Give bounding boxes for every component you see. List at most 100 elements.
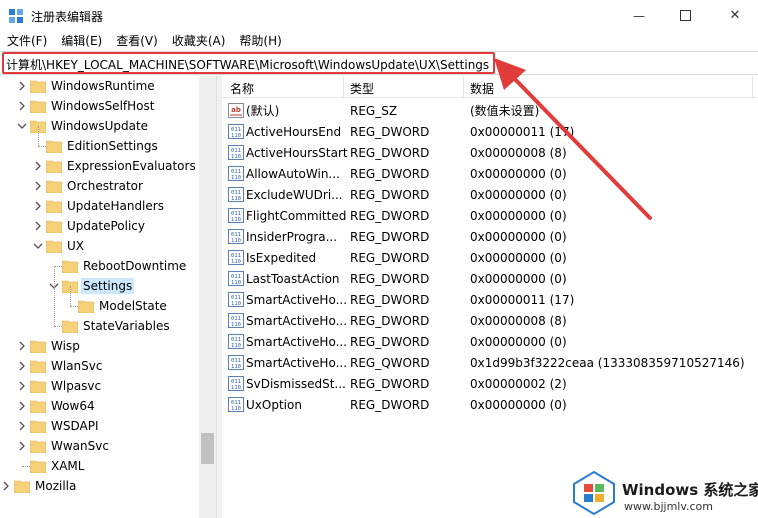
tree-node[interactable]: Orchestrator xyxy=(0,176,199,196)
svg-text:110: 110 xyxy=(231,364,241,370)
chevron-right-icon[interactable] xyxy=(17,81,27,91)
value-row[interactable]: 011 110 IsExpedited REG_DWORD 0x00000000 (0) xyxy=(222,247,758,268)
folder-icon xyxy=(46,160,62,173)
binary-value-icon: 011110 xyxy=(228,397,244,412)
tree-node[interactable]: Wisp xyxy=(0,336,199,356)
minimize-button[interactable]: — xyxy=(616,0,662,31)
minimize-icon: — xyxy=(633,8,645,23)
tree-node[interactable]: EditionSettings xyxy=(0,136,199,156)
tree-node[interactable]: WSDAPI xyxy=(0,416,199,436)
value-data: 0x00000008 (8) xyxy=(470,314,567,328)
tree-node[interactable]: Settings xyxy=(0,276,199,296)
tree-node-label: StateVariables xyxy=(83,319,170,333)
binary-value-icon: 011110 xyxy=(228,124,244,139)
tree-scrollbar-thumb[interactable] xyxy=(201,433,214,464)
value-row[interactable]: 011 110 SmartActiveHo... REG_QWORD 0x1d99b3f… xyxy=(222,352,758,373)
svg-text:110: 110 xyxy=(231,154,241,160)
tree-node[interactable]: ModelState xyxy=(0,296,199,316)
chevron-right-icon[interactable] xyxy=(33,221,43,231)
chevron-right-icon[interactable] xyxy=(17,101,27,111)
column-header-name[interactable]: 名称 xyxy=(230,80,254,97)
menu-item[interactable]: 收藏夹(A) xyxy=(165,31,233,51)
tree-node[interactable]: ExpressionEvaluators xyxy=(0,156,199,176)
close-button[interactable]: ✕ xyxy=(712,0,758,31)
chevron-right-icon[interactable] xyxy=(33,201,43,211)
chevron-right-icon[interactable] xyxy=(17,341,27,351)
tree-node-label: UpdateHandlers xyxy=(67,199,164,213)
watermark-title: Windows 系统之家 xyxy=(622,481,758,499)
tree-node[interactable]: WindowsSelfHost xyxy=(0,96,199,116)
watermark-url: www.bjjmlv.com xyxy=(624,500,713,513)
column-header-type[interactable]: 类型 xyxy=(350,80,374,97)
address-highlight-box xyxy=(2,52,495,74)
tree-node[interactable]: WwanSvc xyxy=(0,436,199,456)
chevron-right-icon[interactable] xyxy=(33,181,43,191)
value-row[interactable]: 011 110 UxOption REG_DWORD 0x00000000 (0) xyxy=(222,394,758,415)
tree-node[interactable]: UX xyxy=(0,236,199,256)
folder-icon xyxy=(30,440,46,453)
tree-connector xyxy=(54,266,62,267)
tree-node-label: XAML xyxy=(51,459,85,473)
value-row[interactable]: 011 110 LastToastAction REG_DWORD 0x00000000… xyxy=(222,268,758,289)
tree-node-label: Wlpasvc xyxy=(51,379,102,393)
tree-node-label: ModelState xyxy=(99,299,167,313)
value-row[interactable]: 011 110 SmartActiveHo... REG_DWORD 0x0000000… xyxy=(222,331,758,352)
folder-icon xyxy=(46,180,62,193)
value-type: REG_DWORD xyxy=(350,377,430,391)
tree-node-label: WSDAPI xyxy=(51,419,99,433)
tree-connector xyxy=(70,306,78,307)
tree-node-label: WindowsRuntime xyxy=(51,79,155,93)
tree-node[interactable]: StateVariables xyxy=(0,316,199,336)
chevron-right-icon[interactable] xyxy=(17,381,27,391)
tree-node[interactable]: Mozilla xyxy=(0,476,199,496)
chevron-right-icon[interactable] xyxy=(17,421,27,431)
string-value-icon: ab xyxy=(228,103,244,118)
menu-item[interactable]: 帮助(H) xyxy=(232,31,288,51)
tree-node[interactable]: UpdateHandlers xyxy=(0,196,199,216)
value-row[interactable]: 011 110 InsiderProgra... REG_DWORD 0x0000000… xyxy=(222,226,758,247)
value-type: REG_DWORD xyxy=(350,335,430,349)
tree-node[interactable]: WindowsUpdate xyxy=(0,116,199,136)
tree-node[interactable]: WindowsRuntime xyxy=(0,76,199,96)
chevron-right-icon[interactable] xyxy=(17,361,27,371)
binary-value-icon: 011110 xyxy=(228,292,244,307)
binary-value-icon: 011110 xyxy=(228,313,244,328)
menu-item[interactable]: 编辑(E) xyxy=(54,31,109,51)
folder-icon xyxy=(30,400,46,413)
tree-node[interactable]: Wlpasvc xyxy=(0,376,199,396)
chevron-down-icon[interactable] xyxy=(17,121,27,131)
chevron-right-icon[interactable] xyxy=(33,161,43,171)
registry-editor-icon xyxy=(9,9,23,23)
tree-node[interactable]: UpdatePolicy xyxy=(0,216,199,236)
folder-icon xyxy=(30,380,46,393)
value-data: 0x1d99b3f3222ceaa (133308359710527146) xyxy=(470,356,745,370)
value-row[interactable]: 011 110 SmartActiveHo... REG_DWORD 0x0000001… xyxy=(222,289,758,310)
value-row[interactable]: 011 110 SvDismissedSt... REG_DWORD 0x0000000… xyxy=(222,373,758,394)
folder-icon xyxy=(30,80,46,93)
maximize-button[interactable] xyxy=(662,0,708,31)
folder-icon xyxy=(46,140,62,153)
svg-text:110: 110 xyxy=(231,133,241,139)
svg-text:110: 110 xyxy=(231,322,241,328)
value-row[interactable]: 011 110 SmartActiveHo... REG_DWORD 0x0000000… xyxy=(222,310,758,331)
tree-node[interactable]: Wow64 xyxy=(0,396,199,416)
folder-icon xyxy=(14,480,30,493)
binary-value-icon: 011110 xyxy=(228,250,244,265)
chevron-right-icon[interactable] xyxy=(17,401,27,411)
tree-node[interactable]: WlanSvc xyxy=(0,356,199,376)
chevron-down-icon[interactable] xyxy=(33,241,43,251)
registry-key-tree[interactable]: WindowsRuntime WindowsSelfHost WindowsUpda… xyxy=(0,76,216,518)
menu-item[interactable]: 文件(F) xyxy=(0,31,54,51)
binary-value-icon: 011110 xyxy=(228,376,244,391)
menu-item[interactable]: 查看(V) xyxy=(109,31,165,51)
value-data: 0x00000002 (2) xyxy=(470,377,567,391)
tree-connector xyxy=(54,326,62,327)
value-type: REG_DWORD xyxy=(350,146,430,160)
svg-text:110: 110 xyxy=(231,406,241,412)
tree-node[interactable]: RebootDowntime xyxy=(0,256,199,276)
chevron-right-icon[interactable] xyxy=(1,481,11,491)
tree-node-label: UX xyxy=(67,239,85,253)
chevron-right-icon[interactable] xyxy=(17,441,27,451)
folder-icon xyxy=(62,320,78,333)
binary-value-icon: 011110 xyxy=(228,271,244,286)
